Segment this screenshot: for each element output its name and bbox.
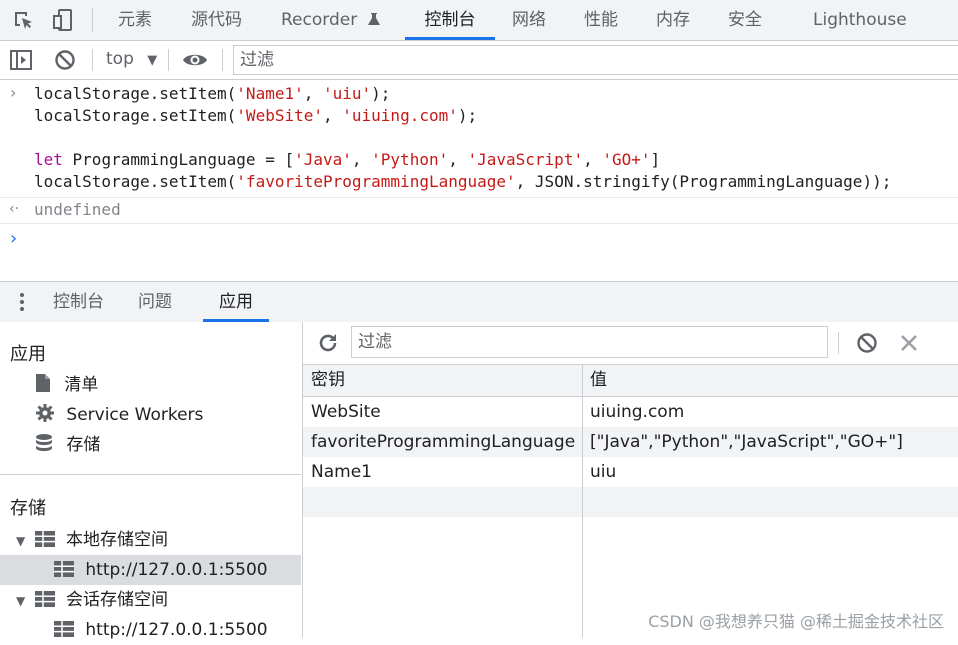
row-key: Name1 bbox=[311, 462, 372, 482]
toolbar-separator bbox=[92, 8, 93, 32]
tab-security[interactable]: 安全 bbox=[728, 0, 762, 40]
toolbar-separator bbox=[838, 332, 839, 354]
sidebar-item-session-storage[interactable]: ▼ 会话存储空间 bbox=[16, 585, 168, 615]
sidebar-item-label: Service Workers bbox=[66, 405, 204, 425]
sidebar-toggle-icon[interactable] bbox=[10, 50, 32, 70]
tab-sources[interactable]: 源代码 bbox=[191, 0, 242, 40]
device-toolbar-icon[interactable] bbox=[52, 8, 74, 32]
sidebar-item-label: http://127.0.0.1:5500 bbox=[85, 560, 268, 580]
tab-network[interactable]: 网络 bbox=[512, 0, 546, 40]
dropdown-arrow-icon: ▼ bbox=[147, 53, 158, 68]
row-value: uiu bbox=[590, 462, 617, 482]
console-result: undefined bbox=[34, 200, 121, 219]
storage-toolbar: 过滤 bbox=[303, 322, 958, 365]
console-filter-input[interactable]: 过滤 bbox=[233, 45, 958, 75]
refresh-icon[interactable] bbox=[317, 332, 339, 354]
devtools-top-tabbar: 元素 源代码 Recorder 控制台 网络 性能 内存 安全 Lighthou… bbox=[0, 0, 958, 41]
flask-icon bbox=[367, 13, 380, 25]
sidebar-item-local-origin[interactable]: http://127.0.0.1:5500 bbox=[54, 555, 268, 585]
application-sidebar: 应用 清单 Service Workers 存储 存储 ▼ 本地存储空间 htt… bbox=[0, 322, 303, 640]
drawer-tabbar: 控制台 问题 应用 bbox=[0, 281, 958, 323]
expand-arrow-icon[interactable]: ▼ bbox=[16, 534, 25, 548]
console-toolbar: top ▼ 过滤 bbox=[0, 41, 958, 80]
tab-elements[interactable]: 元素 bbox=[118, 0, 152, 40]
sidebar-item-label: 本地存储空间 bbox=[66, 530, 169, 550]
column-header-key[interactable]: 密钥 bbox=[311, 365, 345, 396]
drawer-tab-console[interactable]: 控制台 bbox=[53, 282, 104, 322]
row-value: ["Java","Python","JavaScript","GO+"] bbox=[590, 432, 903, 452]
tab-performance[interactable]: 性能 bbox=[584, 0, 618, 40]
sidebar-header-storage: 存储 bbox=[10, 498, 46, 519]
row-key: favoriteProgrammingLanguage bbox=[311, 432, 576, 452]
tab-recorder-label: Recorder bbox=[281, 10, 358, 30]
column-divider bbox=[582, 365, 583, 638]
console-prompt-icon[interactable]: › bbox=[10, 228, 17, 249]
input-prompt-icon: › bbox=[10, 83, 17, 102]
toolbar-separator bbox=[222, 49, 223, 71]
drawer-tab-application[interactable]: 应用 bbox=[203, 282, 269, 322]
console-divider bbox=[0, 223, 958, 224]
console-code-line: let ProgrammingLanguage = ['Java', 'Pyth… bbox=[34, 150, 661, 169]
live-expression-eye-icon[interactable] bbox=[182, 51, 208, 69]
storage-panel: 过滤 密钥 值 WebSite uiuing.com favoriteProgr… bbox=[303, 322, 958, 638]
table-row[interactable]: WebSite uiuing.com bbox=[303, 397, 958, 427]
sidebar-item-label: http://127.0.0.1:5500 bbox=[85, 620, 268, 640]
more-tools-kebab-icon[interactable] bbox=[18, 292, 26, 312]
drawer-tab-issues[interactable]: 问题 bbox=[138, 282, 172, 322]
toolbar-separator bbox=[92, 49, 93, 71]
tab-lighthouse[interactable]: Lighthouse bbox=[813, 0, 907, 40]
sidebar-item-label: 存储 bbox=[66, 435, 101, 455]
console-code-line: localStorage.setItem('Name1', 'uiu'); bbox=[34, 84, 391, 103]
context-label: top bbox=[106, 49, 134, 69]
console-code-line: localStorage.setItem('favoriteProgrammin… bbox=[34, 172, 892, 191]
tab-memory[interactable]: 内存 bbox=[656, 0, 690, 40]
row-value: uiuing.com bbox=[590, 402, 685, 422]
clear-console-icon[interactable] bbox=[54, 49, 76, 71]
sidebar-header-application: 应用 bbox=[10, 344, 46, 365]
column-header-value[interactable]: 值 bbox=[590, 365, 607, 396]
console-code-line: localStorage.setItem('WebSite', 'uiuing.… bbox=[34, 106, 478, 125]
result-arrow-icon: ‹· bbox=[9, 201, 20, 217]
sidebar-item-label: 清单 bbox=[64, 375, 99, 395]
table-row[interactable]: Name1 uiu bbox=[303, 457, 958, 487]
table-row[interactable]: favoriteProgrammingLanguage ["Java","Pyt… bbox=[303, 427, 958, 457]
gear-icon bbox=[36, 404, 54, 422]
console-divider bbox=[0, 197, 958, 198]
delete-selected-icon[interactable] bbox=[900, 334, 918, 352]
inspect-element-icon[interactable] bbox=[12, 9, 34, 31]
sidebar-item-local-storage[interactable]: ▼ 本地存储空间 bbox=[16, 525, 168, 555]
database-icon bbox=[36, 434, 52, 451]
table-grid-icon bbox=[34, 591, 55, 607]
table-grid-icon bbox=[54, 621, 74, 637]
sidebar-divider bbox=[0, 474, 301, 475]
tab-console[interactable]: 控制台 bbox=[405, 0, 495, 40]
sidebar-item-manifest[interactable]: 清单 bbox=[35, 370, 98, 400]
tab-recorder[interactable]: Recorder bbox=[281, 0, 381, 40]
sidebar-item-storage[interactable]: 存储 bbox=[35, 430, 100, 460]
row-key: WebSite bbox=[311, 402, 381, 422]
table-grid-icon bbox=[54, 561, 74, 577]
watermark: CSDN @我想养只猫 @稀土掘金技术社区 bbox=[648, 612, 944, 631]
toolbar-separator bbox=[168, 49, 169, 71]
storage-table-header: 密钥 值 bbox=[303, 365, 958, 397]
document-icon bbox=[36, 374, 50, 392]
table-empty-row[interactable] bbox=[303, 487, 958, 517]
sidebar-item-label: 会话存储空间 bbox=[66, 590, 169, 610]
console-output: › localStorage.setItem('Name1', 'uiu'); … bbox=[0, 80, 958, 280]
context-selector[interactable]: top ▼ bbox=[106, 49, 157, 69]
clear-all-icon[interactable] bbox=[856, 332, 878, 354]
storage-filter-input[interactable]: 过滤 bbox=[351, 326, 828, 358]
expand-arrow-icon[interactable]: ▼ bbox=[16, 594, 25, 608]
sidebar-item-service-workers[interactable]: Service Workers bbox=[35, 400, 203, 430]
table-grid-icon bbox=[34, 531, 55, 547]
sidebar-item-session-origin[interactable]: http://127.0.0.1:5500 bbox=[54, 615, 268, 645]
